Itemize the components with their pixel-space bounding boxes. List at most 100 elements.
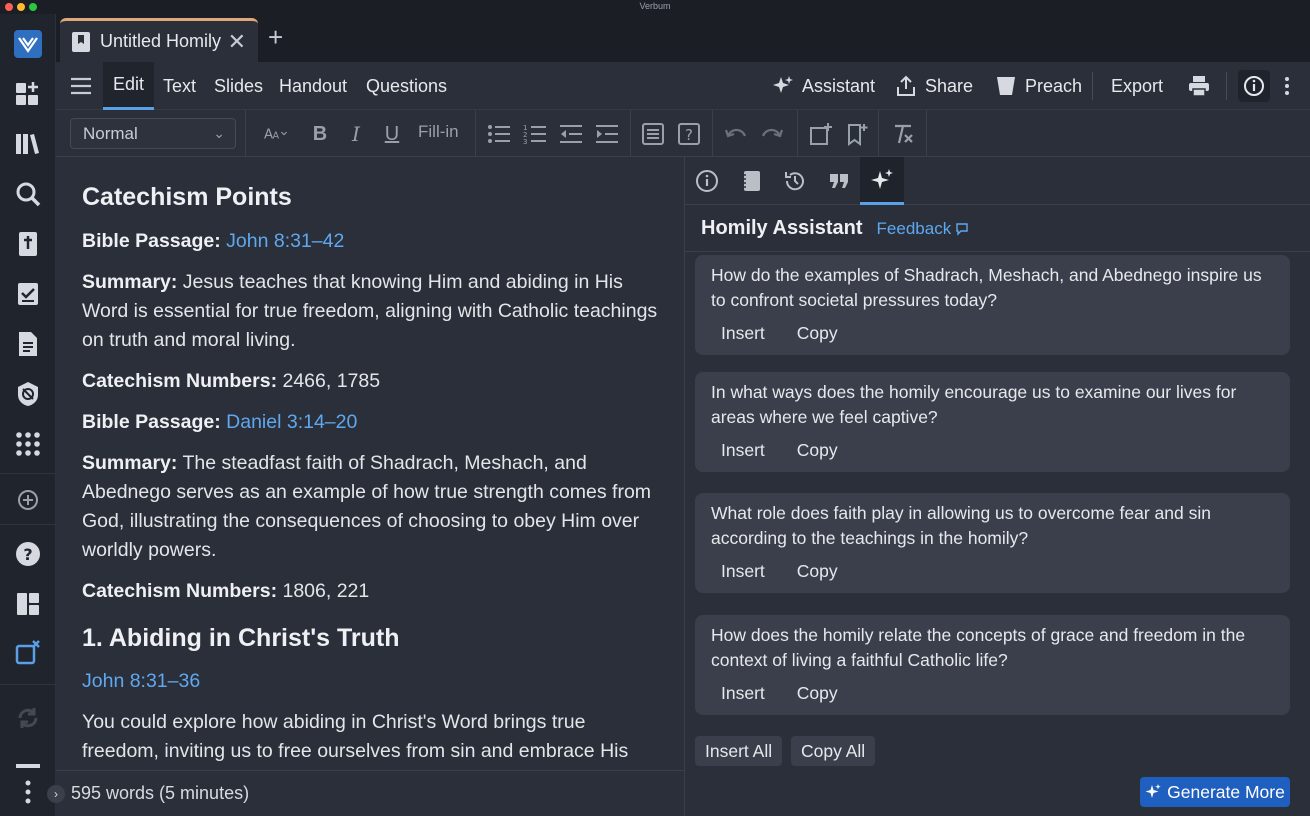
question-text: In what ways does the homily encourage u… (711, 382, 1237, 427)
question-actions: Insert Copy (711, 313, 1274, 355)
question-card: What role does faith play in allowing us… (695, 493, 1290, 593)
undo-icon[interactable] (723, 121, 749, 147)
bible-passage-line: Bible Passage: John 8:31–42 (82, 227, 658, 256)
panel-divider (685, 251, 1310, 252)
copy-button[interactable]: Copy (797, 440, 838, 472)
share-button[interactable]: Share (895, 62, 973, 110)
info-icon[interactable] (1238, 70, 1270, 102)
homily-editor[interactable]: Catechism Points Bible Passage: John 8:3… (56, 157, 684, 770)
notebook-icon (742, 171, 760, 191)
summary-paragraph: Summary: The steadfast faith of Shadrach… (82, 449, 658, 565)
section-passage-line: John 8:31–36 (82, 667, 658, 696)
indent-icon[interactable] (594, 121, 620, 147)
bookmark-add-icon[interactable] (844, 121, 870, 147)
catechism-numbers-label: Catechism Numbers: (82, 370, 278, 392)
menu-tab-handout[interactable]: Handout (279, 62, 347, 110)
close-tab-icon[interactable]: ✕ (228, 30, 246, 53)
question-card: How do the examples of Shadrach, Meshach… (695, 255, 1290, 355)
bible-passage-line: Bible Passage: Daniel 3:14–20 (82, 408, 658, 437)
print-icon[interactable] (1188, 62, 1210, 110)
bible-passage-link[interactable]: Daniel 3:14–20 (226, 411, 357, 433)
menu-tab-slides[interactable]: Slides (214, 62, 263, 110)
share-label: Share (925, 75, 974, 96)
checklist-icon[interactable] (12, 278, 44, 310)
assistant-button[interactable]: Assistant (772, 62, 875, 110)
section-heading-abiding: 1. Abiding in Christ's Truth (82, 624, 400, 652)
menu-tab-edit[interactable]: Edit (103, 62, 155, 110)
insert-all-button[interactable]: Insert All (695, 736, 783, 766)
sparkle-icon (773, 76, 793, 93)
library-icon[interactable] (12, 128, 44, 160)
bold-icon[interactable]: B (307, 121, 333, 147)
block-quote-icon[interactable] (640, 121, 666, 147)
clear-formatting-icon[interactable] (890, 121, 916, 147)
panel-tab-info[interactable] (685, 157, 729, 205)
feedback-link[interactable]: Feedback (877, 219, 970, 239)
question-card: In what ways does the homily encourage u… (695, 372, 1290, 472)
homily-assistant-panel: Homily Assistant Feedback How do the exa… (684, 157, 1310, 816)
chevron-down-icon: ⌄ (213, 125, 225, 141)
menu-tab-questions[interactable]: Questions (366, 62, 447, 110)
panel-tab-history[interactable] (773, 157, 817, 205)
outdent-icon[interactable] (558, 121, 584, 147)
panel-tab-notes[interactable] (729, 157, 773, 205)
panel-tab-bar (685, 157, 1310, 205)
menu-tab-text[interactable]: Text (163, 62, 196, 110)
insert-button[interactable]: Insert (721, 683, 765, 715)
info-icon (696, 170, 718, 192)
paragraph-style-value: Normal (83, 123, 138, 143)
insert-button[interactable]: Insert (721, 323, 765, 355)
insert-button[interactable]: Insert (721, 561, 765, 593)
question-block-icon[interactable]: ? (676, 121, 702, 147)
insert-button[interactable]: Insert (721, 440, 765, 472)
history-icon (785, 172, 804, 191)
underline-icon[interactable]: U (379, 121, 405, 147)
apps-grid-icon[interactable] (12, 428, 44, 460)
verbum-logo-icon[interactable] (12, 28, 44, 60)
summary-label: Summary: (82, 271, 178, 293)
section-passage-link[interactable]: John 8:31–36 (82, 670, 200, 692)
new-tab-button[interactable]: + (268, 24, 283, 50)
font-size-icon[interactable]: AA (257, 121, 295, 147)
numbered-list-icon[interactable]: 123 (522, 121, 548, 147)
document-icon[interactable] (12, 328, 44, 360)
insert-frame-icon[interactable] (808, 121, 834, 147)
bullet-list-icon[interactable] (486, 121, 512, 147)
generate-more-button[interactable]: Generate More (1140, 777, 1290, 807)
layout-icon[interactable] (12, 588, 44, 620)
search-icon[interactable] (12, 178, 44, 210)
question-text: How does the homily relate the concepts … (711, 625, 1246, 670)
svg-text:3: 3 (523, 138, 527, 146)
more-vert-icon[interactable] (12, 776, 44, 808)
dashboard-add-icon[interactable] (12, 78, 44, 110)
expand-sidebar-icon[interactable]: › (47, 784, 65, 803)
copy-button[interactable]: Copy (797, 323, 838, 355)
more-options-icon[interactable] (1276, 62, 1298, 110)
copy-button[interactable]: Copy (797, 683, 838, 715)
fill-in-button[interactable]: Fill-in (418, 122, 459, 142)
panel-tab-quotes[interactable] (817, 157, 861, 205)
preach-button[interactable]: Preach (995, 62, 1082, 110)
help-icon[interactable]: ? (12, 538, 44, 570)
copy-all-button[interactable]: Copy All (791, 736, 876, 766)
document-tab[interactable]: Untitled Homily ✕ (60, 18, 258, 62)
hamburger-menu-icon[interactable] (70, 62, 92, 110)
add-circle-icon[interactable] (12, 484, 44, 516)
rail-divider (0, 684, 56, 685)
italic-icon[interactable]: I (343, 121, 369, 147)
panel-header: Homily Assistant Feedback (701, 217, 969, 240)
sync-icon[interactable] (12, 702, 44, 734)
paragraph-style-select[interactable]: Normal ⌄ (70, 118, 236, 149)
toolbar-divider (475, 110, 476, 157)
panel-tab-assistant[interactable] (860, 157, 904, 205)
close-panels-icon[interactable] (12, 636, 44, 668)
bible-passage-link[interactable]: John 8:31–42 (226, 230, 344, 252)
toolbar-divider (712, 110, 713, 157)
redo-icon[interactable] (759, 121, 785, 147)
no-tracking-icon[interactable] (12, 378, 44, 410)
bible-icon[interactable] (12, 228, 44, 260)
export-button[interactable]: Export (1111, 62, 1163, 110)
toolbar-divider (245, 110, 246, 157)
copy-button[interactable]: Copy (797, 561, 838, 593)
question-actions: Insert Copy (711, 430, 1274, 472)
